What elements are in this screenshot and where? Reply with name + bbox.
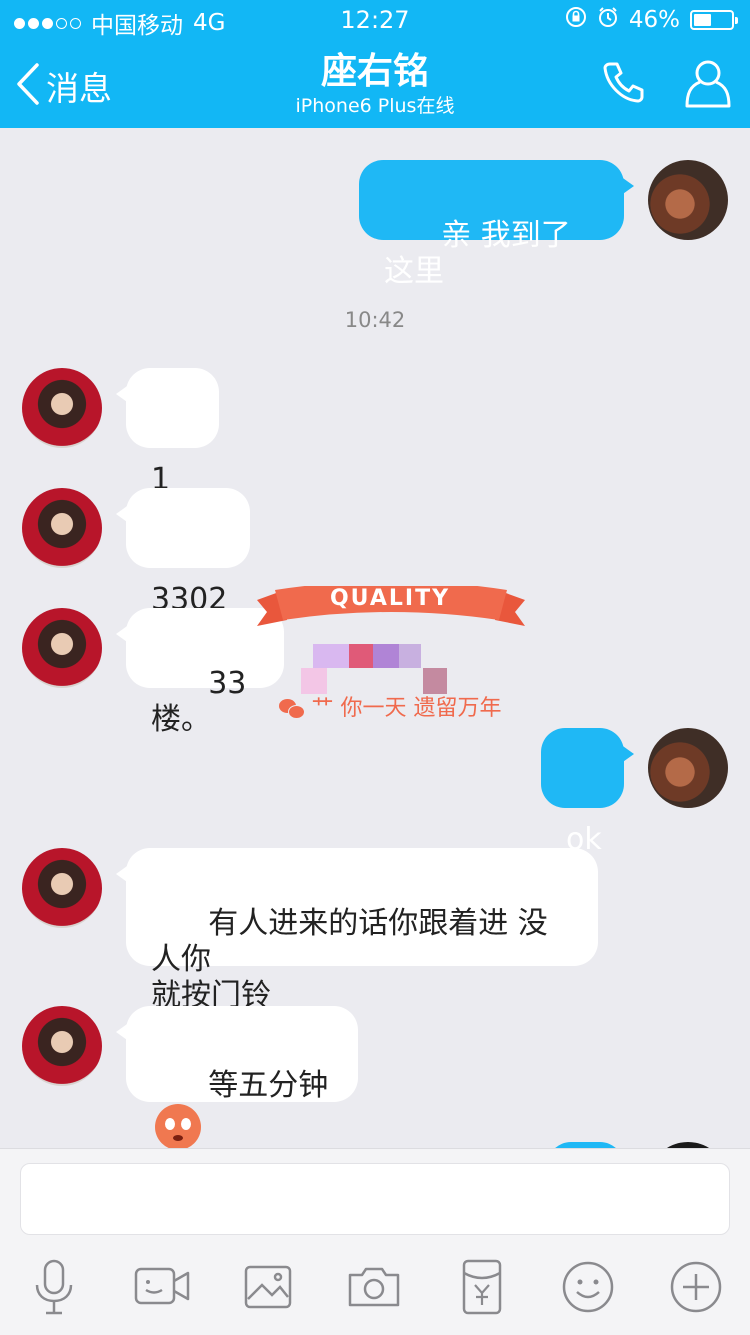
- message-bubble-incoming[interactable]: 有人进来的话你跟着进 没人你 就按门铃: [116, 848, 598, 1013]
- status-bar: 中国移动 4G 12:27 46%: [0, 0, 750, 40]
- message-bubble-outgoing[interactable]: ok: [541, 728, 634, 857]
- top-bar: 中国移动 4G 12:27 46% 消息 座右铭 iPhone6 Plus在线: [0, 0, 750, 128]
- message-bubble-incoming[interactable]: 1栋: [116, 368, 219, 533]
- profile-icon[interactable]: [684, 58, 732, 114]
- message-text: 有人进来的话你跟着进 没人你 就按门铃: [151, 906, 548, 1013]
- alarm-icon: [597, 6, 619, 34]
- input-toolbar: [0, 1257, 750, 1317]
- message-bubble-outgoing[interactable]: 亲 我到了 这里: [359, 160, 634, 289]
- my-avatar[interactable]: [648, 728, 728, 808]
- contact-avatar[interactable]: [22, 848, 102, 928]
- contact-avatar[interactable]: [22, 608, 102, 688]
- battery-icon: [690, 10, 738, 30]
- message-bubble-incoming[interactable]: 33楼。: [116, 608, 284, 737]
- video-icon[interactable]: [132, 1257, 192, 1317]
- message-bubble-incoming[interactable]: 3302: [116, 488, 250, 617]
- input-bar: [0, 1148, 750, 1335]
- my-avatar[interactable]: [648, 160, 728, 240]
- message-text: 等五分钟: [208, 1068, 329, 1103]
- battery-percent: 46%: [628, 7, 680, 33]
- microphone-icon[interactable]: [24, 1257, 84, 1317]
- status-right: 46%: [565, 6, 738, 34]
- message-input[interactable]: [20, 1163, 730, 1235]
- chat-area[interactable]: 亲 我到了 这里 10:42 1栋 3302 33楼。 QUALITY: [0, 128, 750, 1148]
- message-text: 亲 我到了 这里: [384, 218, 581, 289]
- message-text: 33楼。: [151, 666, 247, 737]
- red-packet-icon[interactable]: [452, 1257, 512, 1317]
- flushed-face-icon: [155, 1104, 201, 1148]
- watermark-ribbon-text: QUALITY: [329, 586, 451, 611]
- wechat-icon: [278, 699, 305, 719]
- emoji-icon[interactable]: [558, 1257, 618, 1317]
- watermark-slogan: 艹 你一天 遗留万年: [245, 690, 535, 722]
- rotation-lock-icon: [565, 6, 587, 34]
- phone-call-icon[interactable]: [600, 58, 648, 110]
- camera-icon[interactable]: [344, 1257, 404, 1317]
- time-divider: 10:42: [344, 308, 406, 332]
- plus-icon[interactable]: [666, 1257, 726, 1317]
- nav-bar: 消息 座右铭 iPhone6 Plus在线: [0, 40, 750, 128]
- watermark: QUALITY 艹 你一天 遗留万年: [245, 578, 535, 728]
- contact-avatar[interactable]: [22, 488, 102, 568]
- contact-avatar[interactable]: [22, 1006, 102, 1086]
- quality-ribbon-icon: [257, 586, 525, 626]
- image-icon[interactable]: [238, 1257, 298, 1317]
- message-bubble-incoming[interactable]: 等五分钟: [116, 1006, 358, 1148]
- contact-avatar[interactable]: [22, 368, 102, 448]
